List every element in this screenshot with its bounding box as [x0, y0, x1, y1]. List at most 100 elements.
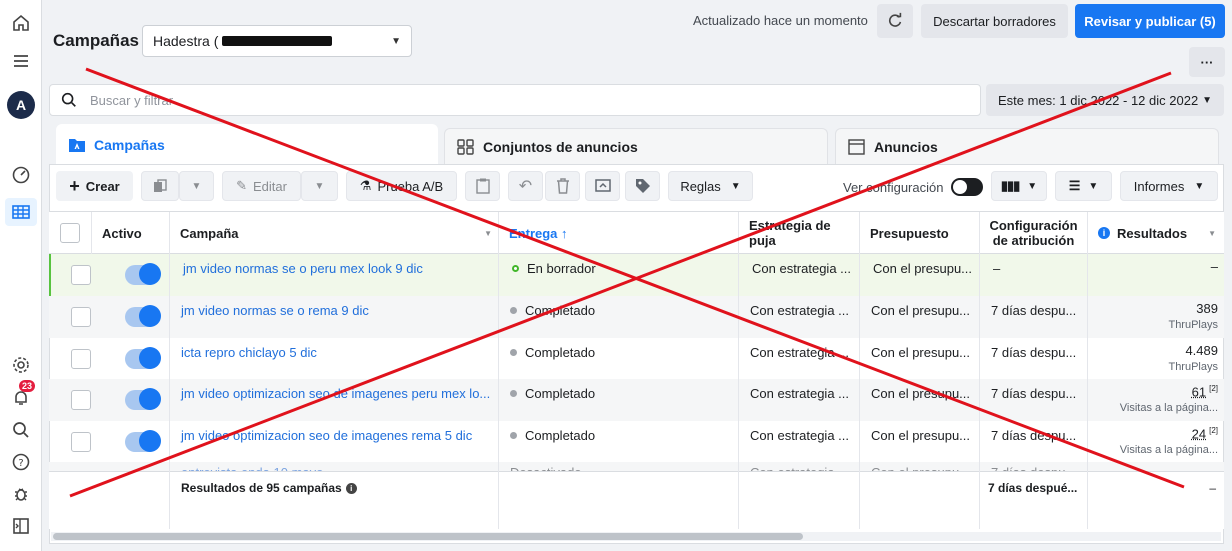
- reports-dropdown[interactable]: Informes ▼: [1120, 171, 1218, 201]
- table-row[interactable]: jm video optimizacion seo de imagenes re…: [49, 421, 1224, 463]
- campaign-name-link[interactable]: jm video optimizacion seo de imagenes re…: [170, 421, 499, 463]
- create-button[interactable]: + Crear: [56, 171, 133, 201]
- bug-report-icon[interactable]: [5, 480, 37, 508]
- create-label: Crear: [85, 178, 120, 194]
- scrollbar-thumb[interactable]: [53, 533, 803, 540]
- tag-button[interactable]: [625, 171, 660, 201]
- campaign-name-link[interactable]: jm video normas se o peru mex look 9 dic: [172, 254, 501, 296]
- column-header-bid-strategy[interactable]: Estrategia de puja: [739, 212, 860, 254]
- result-value: –: [1210, 259, 1218, 274]
- column-header-delivery[interactable]: Entrega ↑: [499, 212, 739, 254]
- table-row[interactable]: entrevista enda 10 mayo Desactivado Con …: [49, 462, 1224, 471]
- plus-icon: +: [69, 176, 80, 196]
- tab-adsets[interactable]: Conjuntos de anuncios: [444, 128, 828, 164]
- campaign-name-link[interactable]: entrevista enda 10 mayo: [170, 462, 499, 471]
- table-row[interactable]: jm video normas se o peru mex look 9 dic…: [49, 254, 1224, 296]
- campaign-name-link[interactable]: icta repro chiclayo 5 dic: [170, 338, 499, 380]
- row-checkbox[interactable]: [71, 432, 91, 452]
- table-row[interactable]: icta repro chiclayo 5 dic Completado Con…: [49, 338, 1224, 380]
- results-cell: 389 ThruPlays: [1088, 296, 1224, 338]
- date-range-selector[interactable]: Este mes: 1 dic 2022 - 12 dic 2022 ▼: [986, 84, 1224, 116]
- select-all-checkbox[interactable]: [60, 223, 80, 243]
- ads-manager-table-icon[interactable]: [5, 198, 37, 226]
- notifications-bell-icon[interactable]: 23: [5, 380, 37, 412]
- rules-label: Reglas: [680, 178, 721, 194]
- rules-dropdown[interactable]: Reglas ▼: [668, 171, 753, 201]
- breakdown-button[interactable]: ☰ ▼: [1055, 171, 1112, 201]
- row-checkbox[interactable]: [71, 349, 91, 369]
- active-toggle[interactable]: [125, 263, 161, 285]
- more-options-button[interactable]: ···: [1189, 47, 1225, 77]
- sort-caret-icon: ▼: [1208, 228, 1216, 238]
- campaign-name-link[interactable]: jm video normas se o rema 9 dic: [170, 296, 499, 338]
- column-header-active[interactable]: Activo: [92, 212, 170, 254]
- refresh-button[interactable]: [877, 4, 913, 38]
- menu-icon[interactable]: [5, 47, 37, 75]
- footnote-marker: [2]: [1209, 384, 1218, 393]
- view-config-toggle[interactable]: [951, 178, 983, 196]
- column-header-attribution[interactable]: Configuración de atribución: [980, 212, 1088, 254]
- result-type: Visitas a la página...: [1119, 402, 1218, 415]
- status-dot-icon: [512, 265, 519, 272]
- toggle-sidebar-icon[interactable]: [5, 512, 37, 540]
- ab-test-button[interactable]: ⚗ Prueba A/B: [346, 171, 457, 201]
- duplicate-button[interactable]: [141, 171, 179, 201]
- home-icon[interactable]: [5, 9, 37, 37]
- review-publish-button[interactable]: Revisar y publicar (5): [1075, 4, 1225, 38]
- column-label: de atribución: [992, 233, 1075, 248]
- help-icon[interactable]: ?: [5, 448, 37, 476]
- discard-drafts-button[interactable]: Descartar borradores: [921, 4, 1068, 38]
- table-footer: Resultados de 95 campañas i 7 días despu…: [49, 471, 1224, 529]
- row-checkbox[interactable]: [71, 265, 91, 285]
- row-checkbox[interactable]: [71, 307, 91, 327]
- attribution-cell: 7 días despu...: [991, 345, 1077, 360]
- dashboard-gauge-icon[interactable]: [5, 160, 37, 188]
- columns-button[interactable]: ▮▮▮ ▼: [991, 171, 1047, 201]
- adsets-grid-icon: [457, 138, 475, 155]
- column-header-budget[interactable]: Presupuesto: [860, 212, 980, 254]
- search-icon[interactable]: [5, 416, 37, 444]
- tag-icon: [635, 179, 650, 193]
- search-bar: [49, 84, 981, 116]
- select-all-cell: [49, 212, 92, 254]
- active-toggle[interactable]: [125, 388, 161, 410]
- tab-ads[interactable]: Anuncios: [835, 128, 1219, 164]
- delivery-status: Completado: [499, 421, 739, 463]
- active-toggle[interactable]: [125, 305, 161, 327]
- account-selector[interactable]: Hadestra ( ▼: [142, 25, 412, 57]
- ad-page-icon: [848, 138, 866, 155]
- tab-label: Anuncios: [874, 138, 938, 155]
- delete-button[interactable]: [545, 171, 580, 201]
- delivery-status: Completado: [499, 338, 739, 380]
- row-checkbox[interactable]: [71, 390, 91, 410]
- result-value[interactable]: 61: [1192, 384, 1206, 399]
- status-dot-icon: [510, 307, 517, 314]
- bid-strategy-cell: Con estrategia ...: [750, 428, 849, 443]
- campaign-name-link[interactable]: jm video optimizacion seo de imagenes pe…: [170, 379, 499, 421]
- result-value[interactable]: 24: [1192, 426, 1206, 441]
- tab-campaigns[interactable]: Campañas: [56, 124, 438, 166]
- active-toggle[interactable]: [125, 347, 161, 369]
- undo-button[interactable]: ↶: [508, 171, 543, 201]
- settings-gear-icon[interactable]: [5, 351, 37, 379]
- column-header-campaign[interactable]: Campaña ▼: [170, 212, 499, 254]
- bid-strategy-cell: Con estrategia ...: [750, 345, 849, 360]
- search-input[interactable]: [90, 92, 890, 108]
- preview-button[interactable]: [585, 171, 620, 201]
- table-row[interactable]: jm video optimizacion seo de imagenes pe…: [49, 379, 1224, 421]
- results-cell: 61 [2] Visitas a la página...: [1088, 379, 1224, 421]
- horizontal-scrollbar[interactable]: [51, 532, 1221, 541]
- clipboard-button[interactable]: [465, 171, 500, 201]
- duplicate-dropdown[interactable]: ▼: [179, 171, 214, 201]
- account-avatar[interactable]: A: [5, 91, 37, 119]
- left-nav-rail: A 23 ?: [0, 0, 42, 551]
- active-toggle[interactable]: [125, 430, 161, 452]
- result-type: ThruPlays: [1168, 361, 1218, 373]
- column-header-results[interactable]: i Resultados ▼: [1088, 212, 1224, 254]
- table-row[interactable]: jm video normas se o rema 9 dic Completa…: [49, 296, 1224, 338]
- edit-dropdown[interactable]: ▼: [301, 171, 338, 201]
- row-select-cell: [60, 338, 94, 380]
- edit-button[interactable]: ✎ Editar: [222, 171, 301, 201]
- account-name: Hadestra (: [153, 33, 219, 49]
- info-icon[interactable]: i: [345, 482, 357, 494]
